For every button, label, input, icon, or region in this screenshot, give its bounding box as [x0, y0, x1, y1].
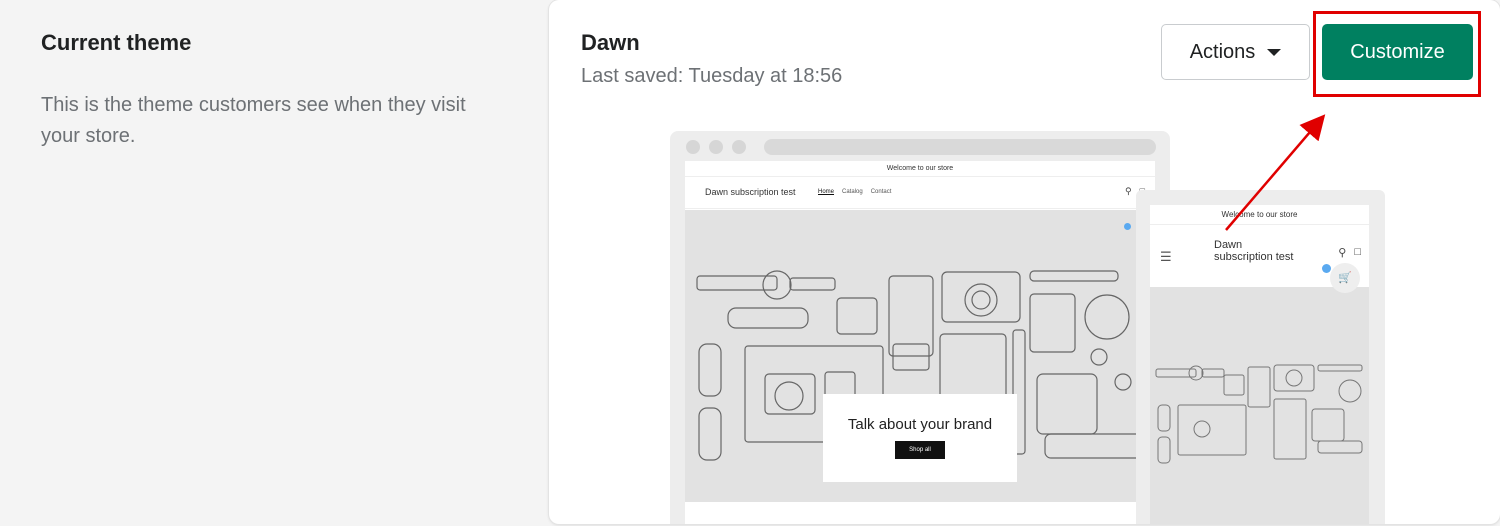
- store-header: Dawn subscription test Home Catalog Cont…: [685, 177, 1155, 209]
- desktop-store-page: Welcome to our store Dawn subscription t…: [685, 161, 1155, 524]
- actions-button[interactable]: Actions: [1161, 24, 1310, 80]
- store-nav: Home Catalog Contact: [818, 189, 891, 195]
- mobile-store-name: Dawn subscription test: [1214, 239, 1294, 263]
- theme-name: Dawn: [581, 30, 640, 55]
- store-name: Dawn subscription test: [705, 187, 796, 197]
- search-icon: ⚲: [1338, 247, 1347, 259]
- mobile-preview[interactable]: Welcome to our store ☰ Dawn subscription…: [1136, 190, 1385, 524]
- window-dot-icon: [732, 140, 746, 154]
- editor-indicator: [1124, 223, 1131, 230]
- window-dot-icon: [709, 140, 723, 154]
- caret-down-icon: [1267, 48, 1282, 56]
- mobile-header: ☰ Dawn subscription test ⚲ □ 🛒: [1150, 225, 1369, 293]
- mobile-announcement-bar: Welcome to our store: [1150, 205, 1369, 225]
- section-description: This is the theme customers see when the…: [41, 94, 466, 147]
- window-dot-icon: [686, 140, 700, 154]
- current-theme-section: Current theme This is the theme customer…: [41, 30, 501, 152]
- mobile-hero-banner: [1150, 287, 1369, 524]
- section-title: Current theme: [41, 30, 192, 55]
- nav-item: Contact: [870, 189, 892, 195]
- shop-all-button: Shop all: [895, 441, 945, 459]
- theme-card: Dawn Last saved: Tuesday at 18:56 Action…: [549, 0, 1500, 524]
- hamburger-menu-icon: ☰: [1160, 249, 1172, 264]
- search-icon: ⚲: [1124, 186, 1132, 196]
- nav-item: Home: [818, 189, 835, 195]
- hero-banner: Talk about your brand Shop all: [685, 210, 1155, 502]
- mobile-store-page: Welcome to our store ☰ Dawn subscription…: [1150, 205, 1369, 524]
- last-saved-text: Last saved: Tuesday at 18:56: [581, 65, 843, 87]
- url-bar: [764, 139, 1156, 155]
- hero-heading: Talk about your brand: [847, 416, 993, 433]
- customize-button[interactable]: Customize: [1322, 24, 1473, 80]
- editor-indicator: [1322, 264, 1331, 273]
- actions-label: Actions: [1189, 40, 1256, 63]
- camera-gear-illustration: [1155, 364, 1363, 464]
- desktop-preview[interactable]: Welcome to our store Dawn subscription t…: [670, 131, 1170, 524]
- brand-box: Talk about your brand Shop all: [823, 394, 1017, 482]
- bag-icon: □: [1354, 246, 1361, 258]
- nav-item: Catalog: [842, 189, 863, 195]
- cart-icon: 🛒: [1330, 263, 1360, 293]
- announcement-bar: Welcome to our store: [685, 161, 1155, 177]
